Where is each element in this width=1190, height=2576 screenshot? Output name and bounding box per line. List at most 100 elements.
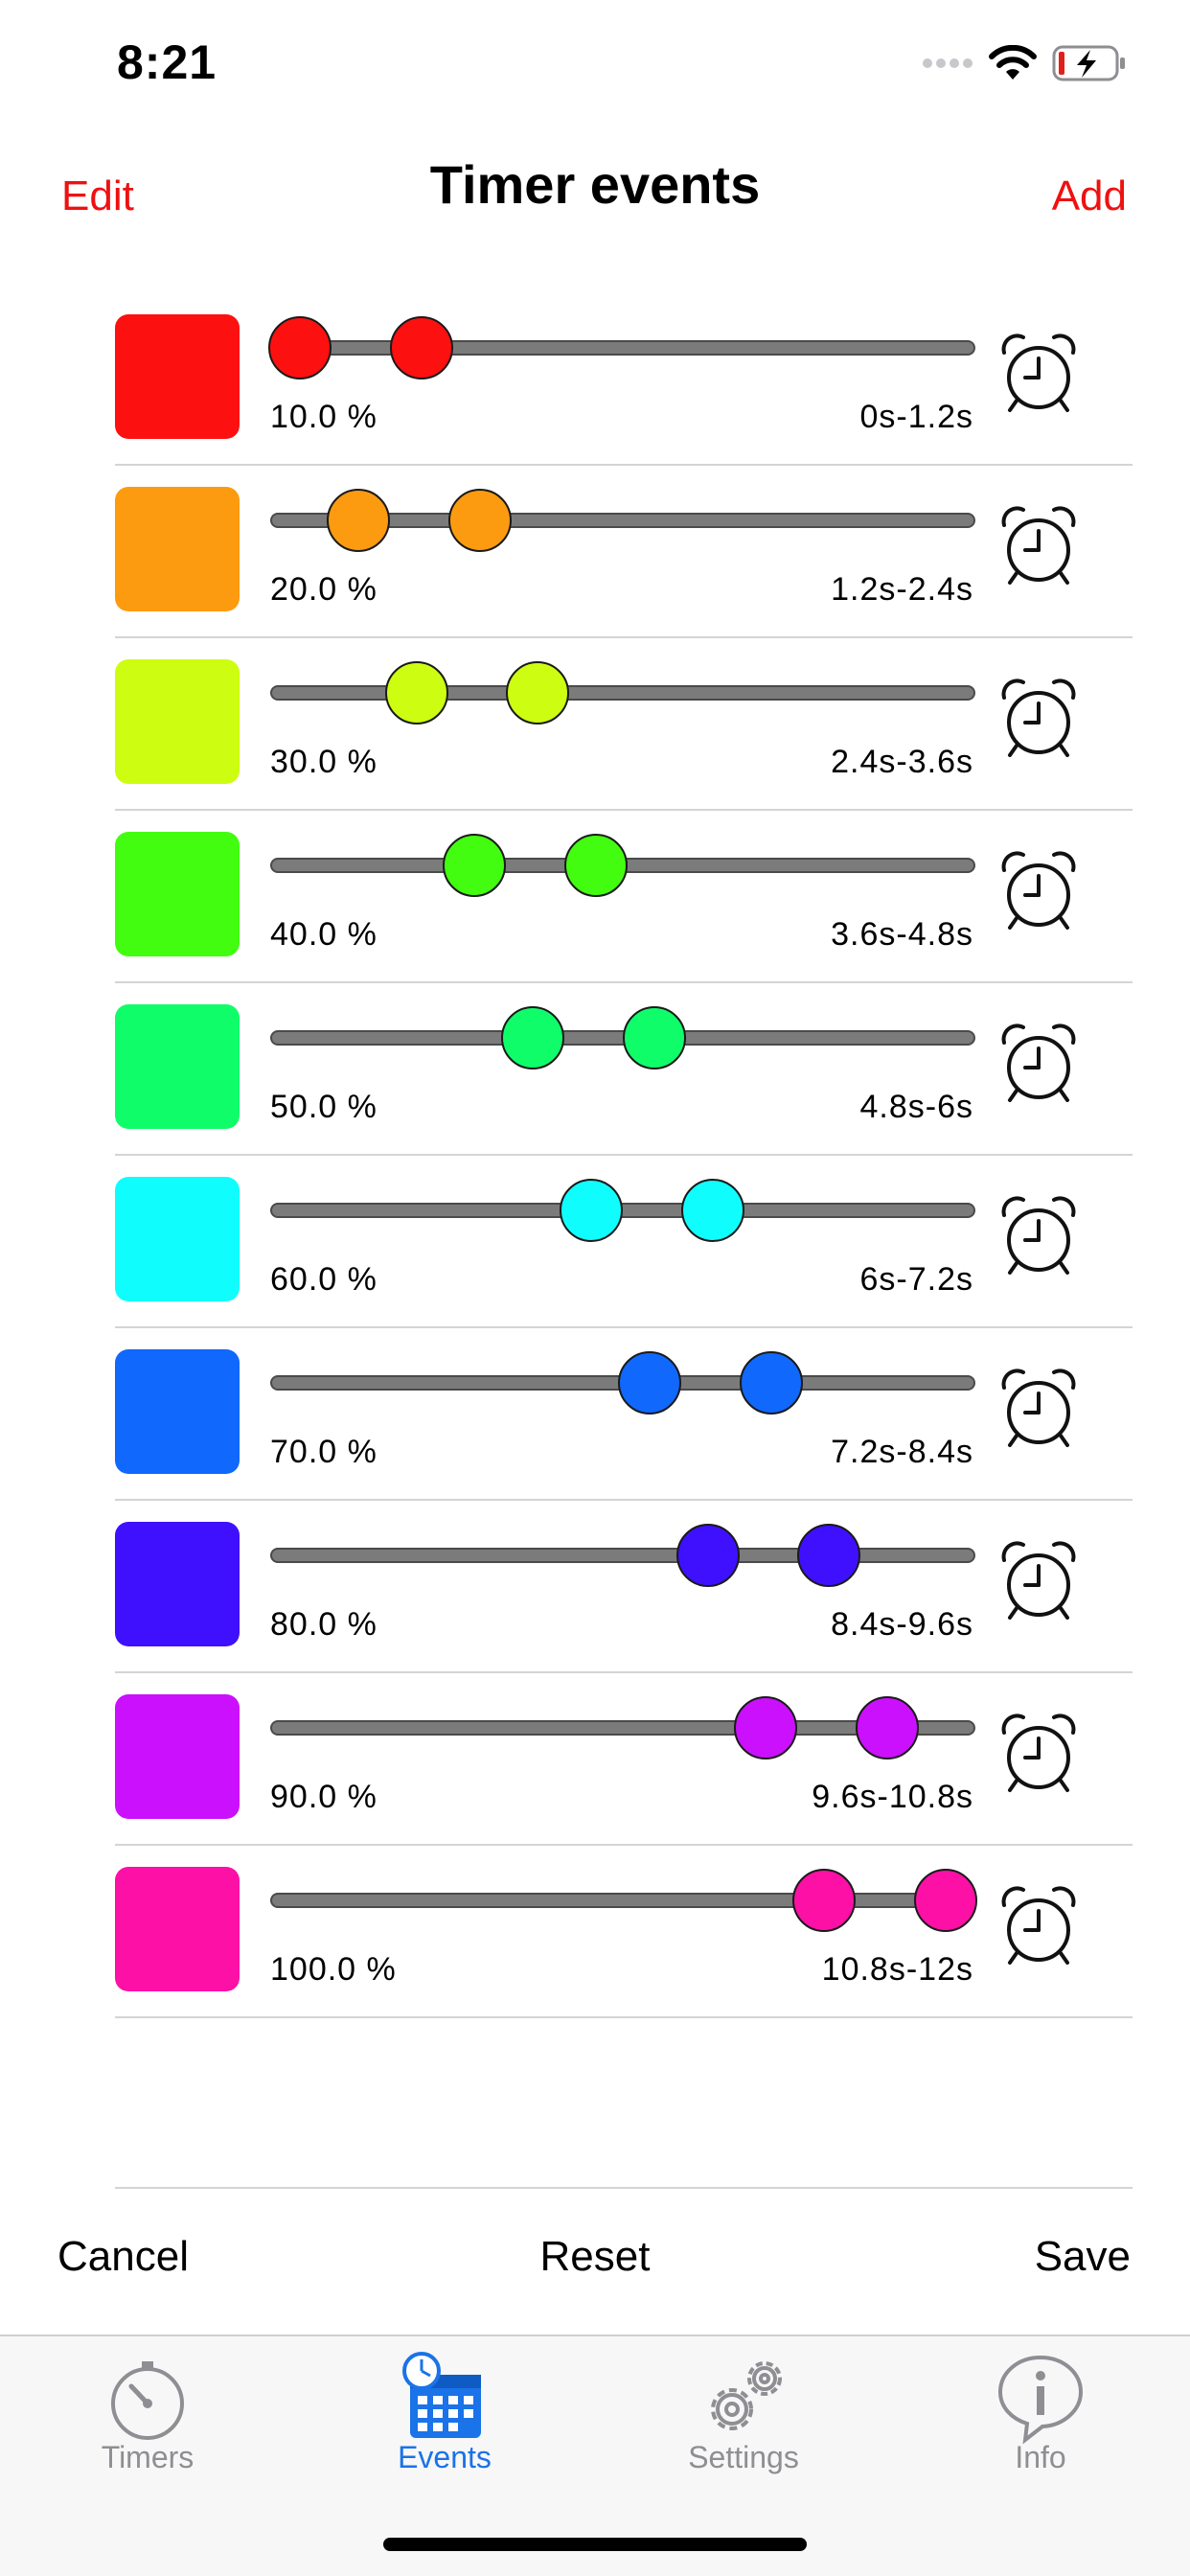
slider-start-knob[interactable] [327,489,390,552]
alarm-clock-icon[interactable] [998,677,1079,761]
slider-end-knob[interactable] [564,834,628,897]
range-slider[interactable] [268,299,977,395]
range-slider[interactable] [268,1334,977,1430]
percent-label: 10.0 % [270,399,378,435]
stopwatch-icon [111,2361,184,2440]
color-swatch[interactable] [115,832,240,956]
time-range-label: 3.6s-4.8s [831,916,973,953]
events-list: 10.0 % 0s-1.2s 20.0 % 1.2s-2.4s 30.0 % 2.4s-3… [115,293,1133,2018]
alarm-clock-icon[interactable] [998,504,1079,588]
slider-start-knob[interactable] [501,1006,564,1070]
alarm-clock-icon[interactable] [998,1367,1079,1451]
event-row: 20.0 % 1.2s-2.4s [115,466,1133,638]
slider-track[interactable] [270,340,975,356]
color-swatch[interactable] [115,659,240,784]
slider-end-knob[interactable] [914,1869,977,1932]
event-row: 30.0 % 2.4s-3.6s [115,638,1133,811]
time-range-label: 0s-1.2s [859,399,973,435]
slider-end-knob[interactable] [448,489,512,552]
time-range-label: 6s-7.2s [859,1261,973,1298]
color-swatch[interactable] [115,1867,240,1991]
time-range-label: 9.6s-10.8s [812,1779,973,1815]
range-slider[interactable] [268,644,977,740]
slider-start-knob[interactable] [734,1696,797,1760]
range-slider[interactable] [268,1852,977,1947]
time-range-label: 8.4s-9.6s [831,1606,973,1643]
slider-end-knob[interactable] [623,1006,686,1070]
time-range-label: 10.8s-12s [821,1951,973,1988]
slider-start-knob[interactable] [618,1351,681,1414]
percent-label: 60.0 % [270,1261,378,1298]
tab-label: Timers [101,2440,195,2474]
event-row: 90.0 % 9.6s-10.8s [115,1673,1133,1846]
tab-events[interactable]: Events [330,2336,560,2490]
save-button[interactable]: Save [1035,2233,1131,2281]
event-row: 80.0 % 8.4s-9.6s [115,1501,1133,1673]
tab-timers[interactable]: Timers [33,2336,263,2490]
range-slider[interactable] [268,1506,977,1602]
event-row: 50.0 % 4.8s-6s [115,983,1133,1156]
range-slider[interactable] [268,1679,977,1775]
slider-end-knob[interactable] [390,316,453,380]
slider-track[interactable] [270,1548,975,1563]
slider-end-knob[interactable] [506,661,569,724]
tab-settings[interactable]: Settings [629,2336,858,2490]
percent-label: 90.0 % [270,1779,378,1815]
tab-label: Events [398,2440,492,2474]
tab-info[interactable]: Info [926,2336,1156,2490]
range-slider[interactable] [268,816,977,912]
alarm-clock-icon[interactable] [998,332,1079,416]
event-row: 40.0 % 3.6s-4.8s [115,811,1133,983]
slider-end-knob[interactable] [681,1179,744,1242]
slider-track[interactable] [270,1893,975,1908]
percent-label: 50.0 % [270,1089,378,1125]
status-time: 8:21 [117,35,217,89]
alarm-clock-icon[interactable] [998,1884,1079,1968]
signal-dots-icon [923,58,973,68]
color-swatch[interactable] [115,1177,240,1301]
color-swatch[interactable] [115,1694,240,1819]
add-button[interactable]: Add [1052,172,1127,220]
percent-label: 20.0 % [270,571,378,608]
alarm-clock-icon[interactable] [998,1539,1079,1623]
reset-button[interactable]: Reset [540,2233,651,2281]
range-slider[interactable] [268,989,977,1085]
slider-start-knob[interactable] [676,1524,740,1587]
event-row: 70.0 % 7.2s-8.4s [115,1328,1133,1501]
slider-start-knob[interactable] [268,316,332,380]
time-range-label: 1.2s-2.4s [831,571,973,608]
gears-icon [711,2361,782,2430]
slider-start-knob[interactable] [443,834,506,897]
alarm-clock-icon[interactable] [998,1712,1079,1796]
percent-label: 80.0 % [270,1606,378,1643]
slider-track[interactable] [270,685,975,701]
alarm-clock-icon[interactable] [998,1194,1079,1278]
slider-start-knob[interactable] [560,1179,623,1242]
color-swatch[interactable] [115,314,240,439]
slider-track[interactable] [270,1203,975,1218]
percent-label: 100.0 % [270,1951,397,1988]
color-swatch[interactable] [115,1522,240,1646]
color-swatch[interactable] [115,487,240,611]
slider-start-knob[interactable] [792,1869,856,1932]
color-swatch[interactable] [115,1004,240,1129]
wifi-icon [989,45,1037,80]
slider-end-knob[interactable] [740,1351,803,1414]
calendar-clock-icon [402,2352,481,2438]
battery-charging-icon [1052,45,1125,81]
action-bar: Cancel Reset Save [0,2233,1190,2300]
slider-end-knob[interactable] [856,1696,919,1760]
color-swatch[interactable] [115,1349,240,1474]
time-range-label: 2.4s-3.6s [831,744,973,780]
range-slider[interactable] [268,472,977,567]
event-row: 60.0 % 6s-7.2s [115,1156,1133,1328]
slider-end-knob[interactable] [797,1524,860,1587]
slider-start-knob[interactable] [385,661,448,724]
home-indicator [383,2538,807,2551]
alarm-clock-icon[interactable] [998,1022,1079,1106]
tab-label: Info [1015,2440,1066,2474]
alarm-clock-icon[interactable] [998,849,1079,933]
event-row: 100.0 % 10.8s-12s [115,1846,1133,2018]
range-slider[interactable] [268,1162,977,1257]
tab-label: Settings [688,2440,799,2474]
